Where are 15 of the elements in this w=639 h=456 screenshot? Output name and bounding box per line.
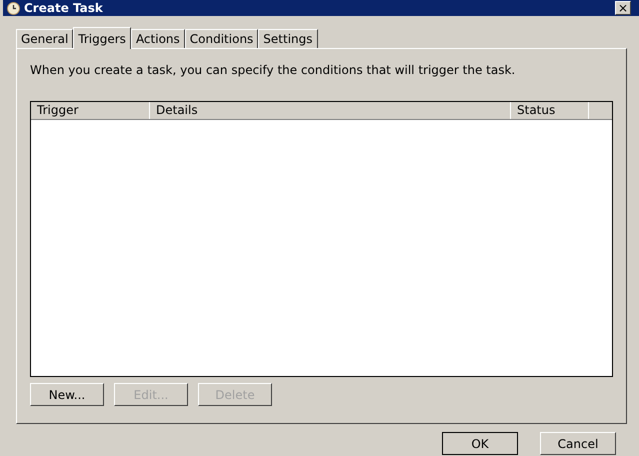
tab[interactable]: Triggers (73, 27, 131, 49)
description-text: When you create a task, you can specify the conditions that will trigger the task. (30, 62, 516, 79)
action-button[interactable]: New... (30, 383, 104, 406)
tab[interactable]: Actions (130, 29, 185, 48)
clock-icon (7, 2, 20, 14)
column-header[interactable]: Trigger (31, 102, 150, 119)
close-button[interactable]: × (615, 1, 631, 15)
tab[interactable]: Conditions (184, 29, 258, 48)
window-title: Create Task (24, 2, 103, 14)
tab[interactable]: Settings (258, 29, 318, 48)
cancel-button[interactable]: Cancel (540, 432, 616, 455)
tab[interactable]: General (16, 29, 74, 48)
column-header[interactable]: Status (511, 102, 589, 119)
ok-button[interactable]: OK (442, 432, 518, 455)
column-header[interactable]: Details (150, 102, 511, 119)
